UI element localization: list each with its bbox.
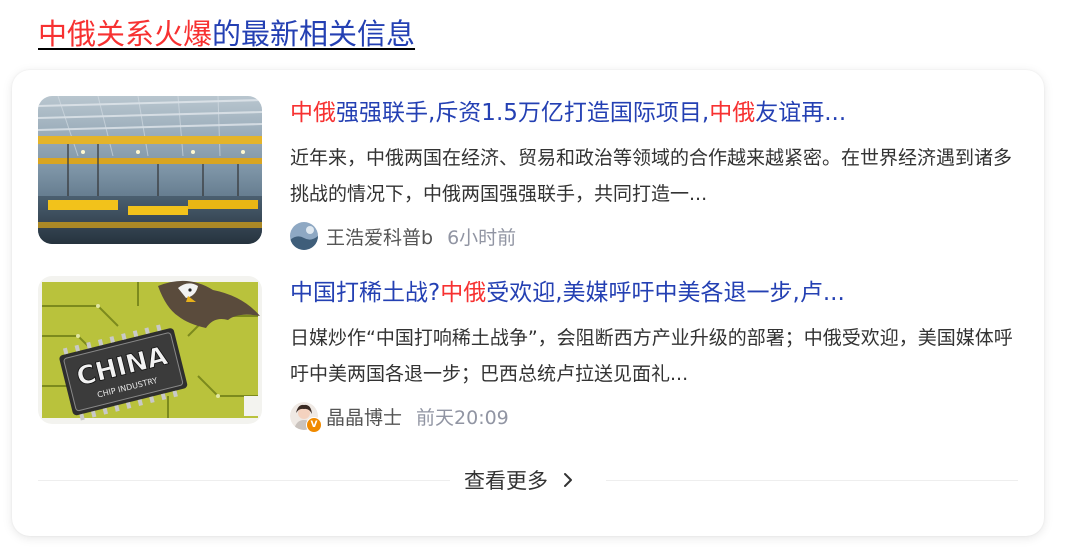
see-more-button[interactable]: 查看更多	[464, 462, 576, 498]
post-time: 前天20:09	[416, 406, 509, 429]
news-meta: V 晶晶博士 前天20:09	[290, 400, 509, 433]
chevron-right-icon[interactable]	[560, 470, 576, 490]
china-chip-illustration: CHINA CHIP INDUSTRY	[38, 276, 262, 424]
see-more-row: 查看更多	[38, 462, 1018, 498]
title-part[interactable]: 中俄	[290, 100, 336, 126]
divider	[606, 480, 1018, 481]
news-item[interactable]: 中俄强强联手,斥资1.5万亿打造国际项目,中俄友谊再... 近年来，中俄两国在经…	[12, 96, 1044, 256]
verified-badge-icon: V	[306, 417, 322, 433]
title-part[interactable]: 中国打稀土战?	[290, 280, 440, 306]
post-time: 6小时前	[447, 226, 517, 249]
title-highlight[interactable]: 中俄关系火爆	[38, 17, 212, 51]
see-more-label[interactable]: 查看更多	[464, 465, 548, 495]
title-part[interactable]: 中俄	[440, 280, 486, 306]
news-card: 中俄强强联手,斥资1.5万亿打造国际项目,中俄友谊再... 近年来，中俄两国在经…	[12, 70, 1044, 536]
author-name[interactable]: 王浩爱科普b	[326, 223, 433, 250]
title-part[interactable]: 中俄	[709, 100, 755, 126]
news-meta: 王浩爱科普b 6小时前	[290, 220, 516, 252]
page-title[interactable]: 中俄关系火爆的最新相关信息	[38, 14, 415, 54]
divider	[38, 480, 450, 481]
title-part[interactable]: 友谊再...	[755, 100, 846, 126]
author-name[interactable]: 晶晶博士	[326, 403, 402, 430]
title-part[interactable]: 强强联手,斥资1.5万亿打造国际项目,	[336, 100, 709, 126]
page: 中俄关系火爆的最新相关信息 中俄强强联手,斥资1.5万亿打造国际项目,中俄友谊再…	[0, 0, 1075, 552]
title-rest[interactable]: 的最新相关信息	[212, 17, 415, 51]
title-part[interactable]: 受欢迎,美媒呼吁中美各退一步,卢...	[486, 280, 845, 306]
avatar-image	[290, 222, 318, 250]
factory-crane-image[interactable]	[38, 96, 262, 244]
news-summary: 日媒炒作“中国打响稀土战争”，会阻断西方产业升级的部署；中俄受欢迎，美国媒体呼吁…	[290, 327, 1013, 385]
news-item[interactable]: CHINA CHIP INDUSTRY 中国打稀土战?中俄受欢迎,美媒呼吁中美各…	[12, 276, 1044, 436]
avatar[interactable]	[290, 222, 318, 250]
china-chip-image[interactable]: CHINA CHIP INDUSTRY	[38, 276, 262, 424]
news-title[interactable]: 中俄强强联手,斥资1.5万亿打造国际项目,中俄友谊再...	[290, 96, 1030, 130]
factory-crane-illustration	[38, 96, 262, 244]
news-summary: 近年来，中俄两国在经济、贸易和政治等领域的合作越来越紧密。在世界经济遇到诸多挑战…	[290, 147, 1013, 205]
avatar[interactable]: V	[290, 402, 322, 433]
news-title[interactable]: 中国打稀土战?中俄受欢迎,美媒呼吁中美各退一步,卢...	[290, 276, 1030, 310]
